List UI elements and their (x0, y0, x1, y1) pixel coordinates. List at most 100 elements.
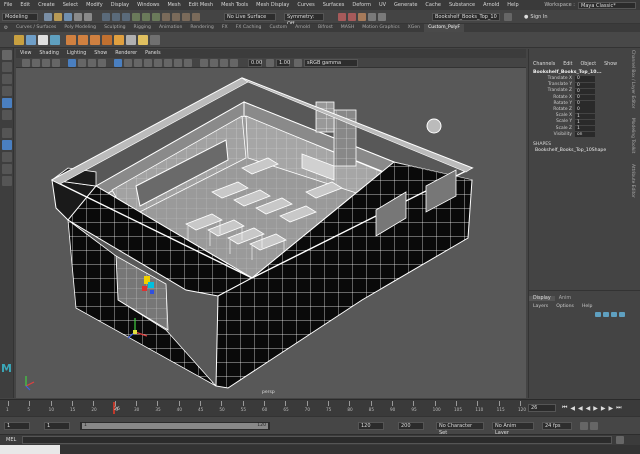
open-scene-icon[interactable] (54, 12, 62, 21)
attribute-value[interactable]: 0 (575, 94, 595, 101)
save-scene-icon[interactable] (64, 12, 72, 21)
channelbox-menu-show[interactable]: Show (600, 60, 621, 69)
shelf-tab-bifrost[interactable]: Bifrost (314, 24, 337, 32)
camera-select-icon[interactable] (22, 58, 30, 67)
attribute-value[interactable]: 0 (575, 82, 595, 88)
attribute-value[interactable]: 0 (575, 101, 595, 107)
shelf-tab-fx[interactable]: FX (218, 24, 232, 32)
mask-face-icon[interactable] (152, 12, 160, 21)
preferences-icon[interactable] (590, 421, 598, 430)
viewport-menu-lighting[interactable]: Lighting (63, 49, 90, 58)
resolution-gate-icon[interactable] (88, 58, 96, 67)
snap-curve-icon[interactable] (172, 12, 180, 21)
menu-curves[interactable]: Curves (293, 0, 318, 10)
shelf-item-10-icon[interactable] (126, 34, 136, 45)
viewport-menu-shading[interactable]: Shading (35, 49, 63, 58)
hypershade-icon[interactable] (378, 12, 386, 21)
menu-edit[interactable]: Edit (16, 0, 34, 10)
color-management-icon[interactable] (294, 58, 302, 67)
snap-plane-icon[interactable] (192, 12, 200, 21)
options-menu[interactable]: Options (552, 304, 578, 309)
menu-create[interactable]: Create (34, 0, 59, 10)
gamma-field[interactable]: 1.00 (276, 58, 290, 67)
tab-display[interactable]: Display (529, 295, 555, 301)
layer-move-up-icon[interactable] (595, 312, 601, 318)
menu-mesh-tools[interactable]: Mesh Tools (217, 0, 252, 10)
use-all-lights-icon[interactable] (154, 58, 162, 67)
menu-windows[interactable]: Windows (133, 0, 163, 10)
xray-active-icon[interactable] (230, 58, 238, 67)
snap-point-icon[interactable] (182, 12, 190, 21)
go-to-end-icon[interactable]: ⏭ (616, 404, 621, 412)
attribute-row[interactable]: Visibility on (529, 132, 640, 138)
move-tool-icon[interactable] (2, 86, 12, 96)
shelf-tab-animation[interactable]: Animation (155, 24, 186, 32)
side-tab-attribute-editor[interactable]: Attribute Editor (630, 164, 635, 198)
shelf-tab-poly-modeling[interactable]: Poly Modeling (60, 24, 100, 32)
redo-icon[interactable] (84, 12, 92, 21)
shape-name[interactable]: Bookshelf_Books_Top_10Shape (529, 148, 640, 154)
layout-four-icon[interactable] (2, 140, 12, 150)
viewport-menu-view[interactable]: View (16, 49, 35, 58)
shelf-tab-xgen[interactable]: XGen (404, 24, 424, 32)
menu-cache[interactable]: Cache (421, 0, 445, 10)
side-tab-modeling-toolkit[interactable]: Modeling Toolkit (630, 118, 635, 153)
layer-move-down-icon[interactable] (603, 312, 609, 318)
bookmark-icon[interactable] (42, 58, 50, 67)
channelbox-menu-channels[interactable]: Channels (529, 60, 559, 69)
smooth-shade-icon[interactable] (124, 58, 132, 67)
rotate-tool-icon[interactable] (2, 98, 12, 108)
layout-graph-icon[interactable] (2, 176, 12, 186)
render-frame-icon[interactable] (348, 12, 356, 21)
ipr-render-icon[interactable] (358, 12, 366, 21)
go-to-start-icon[interactable]: ⏮ (562, 404, 567, 412)
shelf-item-7-icon[interactable] (90, 34, 100, 45)
paint-select-icon[interactable] (2, 74, 12, 84)
shelf-menu-icon[interactable]: ⚙ (0, 25, 12, 31)
shelf-item-12-icon[interactable] (150, 34, 160, 45)
attribute-value[interactable]: 1 (575, 113, 595, 119)
menu-help[interactable]: Help (503, 0, 522, 10)
xray-joints-icon[interactable] (220, 58, 228, 67)
live-surface-dropdown[interactable]: No Live Surface (224, 12, 276, 21)
anim-layer-dropdown[interactable]: No Anim Layer (492, 421, 534, 436)
wireframe-on-shaded-icon[interactable] (134, 58, 142, 67)
symmetry-dropdown[interactable]: Symmetry: Off (284, 12, 324, 27)
shelf-tab-motion-graphics[interactable]: Motion Graphics (358, 24, 403, 32)
shelf-item-2-icon[interactable] (26, 34, 36, 45)
tab-anim[interactable]: Anim (555, 296, 575, 301)
end-time-field[interactable]: 200 (398, 421, 424, 430)
image-plane-icon[interactable] (52, 58, 60, 67)
select-object-icon[interactable] (112, 12, 120, 21)
channelbox-menu-edit[interactable]: Edit (559, 60, 576, 69)
undo-icon[interactable] (74, 12, 82, 21)
character-set-dropdown[interactable]: No Character Set (436, 421, 484, 436)
shelf-item-9-icon[interactable] (114, 34, 124, 45)
wireframe-icon[interactable] (114, 58, 122, 67)
mask-vertex-icon[interactable] (132, 12, 140, 21)
shelf-item-8-icon[interactable] (102, 34, 112, 45)
shelf-tab-arnold[interactable]: Arnold (291, 24, 314, 32)
gate-mask-icon[interactable] (98, 58, 106, 67)
channelbox-object-name[interactable]: Bookshelf_Books_Top_10... (529, 69, 640, 76)
layout-side-icon[interactable] (2, 152, 12, 162)
shelf-tab-rendering[interactable]: Rendering (186, 24, 217, 32)
play-backwards-icon[interactable]: ◀ (586, 405, 591, 412)
layout-outliner-icon[interactable] (2, 164, 12, 174)
menu-generate[interactable]: Generate (390, 0, 421, 10)
menu-mesh[interactable]: Mesh (163, 0, 184, 10)
attribute-value[interactable]: 1 (575, 125, 595, 132)
step-back-key-icon[interactable]: ◀ (570, 405, 575, 412)
rename-menu-icon[interactable] (504, 12, 512, 21)
select-component-icon[interactable] (122, 12, 130, 21)
user-icon[interactable]: ● (524, 14, 528, 20)
menu-uv[interactable]: UV (375, 0, 390, 10)
exposure-field[interactable]: 0.00 (248, 58, 262, 67)
viewport-menu-show[interactable]: Show (90, 49, 111, 58)
select-tool-icon[interactable] (2, 50, 12, 60)
side-tab-channel-box[interactable]: Channel Box / Layer Editor (630, 50, 635, 108)
new-layer-selected-icon[interactable] (619, 312, 625, 318)
gamma-icon[interactable] (266, 58, 274, 67)
channelbox-menu-object[interactable]: Object (577, 60, 601, 69)
render-settings-icon[interactable] (368, 12, 376, 21)
